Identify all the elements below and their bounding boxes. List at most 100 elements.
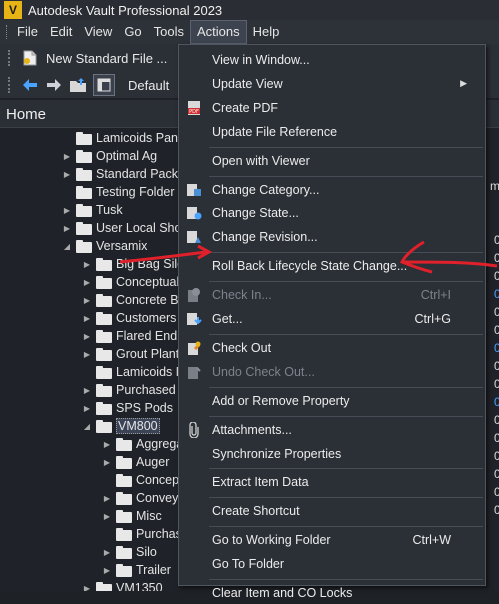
menu-item-add-or-remove-property[interactable]: Add or Remove Property	[179, 390, 485, 412]
tree-item[interactable]: Purchas	[102, 525, 180, 543]
tree-item[interactable]: ▶ Optimal Ag	[62, 147, 157, 165]
file-list-cell[interactable]: 06	[494, 305, 499, 319]
expand-icon[interactable]: ▶	[102, 565, 112, 575]
toolbar-grip[interactable]	[8, 50, 12, 66]
expand-icon[interactable]: ▶	[82, 385, 92, 395]
expand-icon[interactable]: ▶	[82, 277, 92, 287]
tree-item[interactable]: ▶ Aggrega	[102, 435, 180, 453]
file-list-cell[interactable]: 00	[494, 341, 499, 355]
menu-item-extract-item-data[interactable]: Extract Item Data	[179, 471, 485, 493]
expand-icon[interactable]: ▶	[102, 457, 112, 467]
tree-item[interactable]: ▶ Concrete Bl	[82, 291, 180, 309]
file-list-cell[interactable]: 06	[494, 449, 499, 463]
expand-icon[interactable]: ▶	[62, 223, 72, 233]
menubar-grip[interactable]	[6, 25, 9, 39]
file-list-cell[interactable]: 06	[494, 251, 499, 265]
expand-icon[interactable]: ▶	[102, 511, 112, 521]
expand-icon[interactable]: ▶	[102, 439, 112, 449]
file-list-cell[interactable]: 00	[494, 287, 499, 301]
menu-item-view-in-window[interactable]: View in Window...	[179, 49, 485, 71]
tree-item[interactable]: Concep	[102, 471, 179, 489]
file-list-cell[interactable]: 00	[494, 395, 499, 409]
tree-item[interactable]: ◢ Versamix	[62, 237, 147, 255]
new-standard-file-button[interactable]: New Standard File ...	[46, 51, 167, 66]
expand-icon[interactable]: ▶	[82, 583, 92, 592]
menu-item-update-view[interactable]: Update View ▶	[179, 73, 485, 95]
expand-icon[interactable]: ▶	[82, 403, 92, 413]
expand-icon[interactable]: ▶	[102, 547, 112, 557]
menu-item-check-out[interactable]: Check Out	[179, 337, 485, 359]
new-file-icon[interactable]	[21, 49, 39, 67]
menu-item-synchronize-properties[interactable]: Synchronize Properties	[179, 443, 485, 465]
menu-item-go-to-folder[interactable]: Go To Folder	[179, 553, 485, 575]
menu-item-attachments[interactable]: Attachments...	[179, 419, 485, 441]
folder-tree[interactable]: Lamicoids Panel ▶ Optimal Ag ▶ Standard Pack…	[0, 129, 180, 591]
tree-item[interactable]: Testing Folder	[62, 183, 175, 201]
menu-item-go-to-working-folder[interactable]: Go to Working Folder Ctrl+W	[179, 529, 485, 551]
tree-item[interactable]: ▶ Tusk	[62, 201, 123, 219]
home-label[interactable]: Home	[6, 106, 46, 123]
collapse-icon[interactable]: ◢	[62, 241, 72, 251]
menu-item-change-category[interactable]: Change Category...	[179, 179, 485, 201]
tree-item[interactable]: Lamicoids F	[82, 363, 180, 381]
expand-icon[interactable]: ▶	[82, 349, 92, 359]
folder-up-icon[interactable]	[69, 76, 87, 94]
tree-item[interactable]: ▶ Conceptual	[82, 273, 179, 291]
toolbar-grip-2[interactable]	[8, 77, 12, 93]
expand-icon[interactable]: ▶	[62, 205, 72, 215]
default-layout-dropdown[interactable]: Default	[128, 78, 169, 93]
file-list-cell[interactable]: 06	[494, 485, 499, 499]
tree-item[interactable]: ▶ Trailer	[102, 561, 171, 579]
menu-actions[interactable]: Actions	[190, 20, 247, 44]
tree-item[interactable]: ▶ Customers	[82, 309, 177, 327]
tree-item[interactable]: ▶ Flared End I	[82, 327, 180, 345]
menu-go[interactable]: Go	[118, 20, 147, 44]
menu-item-get[interactable]: Get... Ctrl+G	[179, 308, 485, 330]
file-list-cell[interactable]: 06	[494, 233, 499, 247]
tree-item[interactable]: ▶ Misc	[102, 507, 162, 525]
tree-item[interactable]: ▶ SPS Pods	[82, 399, 173, 417]
tree-item[interactable]: ▶ User Local Shor	[62, 219, 180, 237]
menu-item-update-file-reference[interactable]: Update File Reference	[179, 121, 485, 143]
collapse-icon[interactable]: ◢	[82, 421, 92, 431]
tree-item[interactable]: ▶ Standard Packag	[62, 165, 180, 183]
file-list-cell[interactable]: 06	[494, 431, 499, 445]
menu-edit[interactable]: Edit	[44, 20, 78, 44]
forward-arrow-icon[interactable]	[45, 76, 63, 94]
menu-view[interactable]: View	[78, 20, 118, 44]
expand-icon[interactable]: ▶	[82, 331, 92, 341]
tree-item[interactable]: ▶ Auger	[102, 453, 169, 471]
menu-item-open-with-viewer[interactable]: Open with Viewer	[179, 150, 485, 172]
expand-icon[interactable]: ▶	[82, 313, 92, 323]
expand-icon[interactable]: ▶	[102, 493, 112, 503]
menu-item-clear-item-and-co-locks[interactable]: Clear Item and CO Locks	[179, 582, 485, 604]
menu-item-change-state[interactable]: Change State...	[179, 202, 485, 224]
tree-item[interactable]: ▶ VM1350	[82, 579, 163, 591]
back-arrow-icon[interactable]	[21, 76, 39, 94]
tree-item[interactable]: ▶ Big Bag Silo	[82, 255, 180, 273]
expand-icon[interactable]: ▶	[62, 151, 72, 161]
tree-item[interactable]: ▶ Silo	[102, 543, 157, 561]
menu-item-roll-back-lifecycle-state-change[interactable]: Roll Back Lifecycle State Change...	[179, 255, 485, 277]
file-list-cell[interactable]: 06	[494, 413, 499, 427]
tree-item[interactable]: ▶ Purchased I	[82, 381, 180, 399]
tree-item[interactable]: ▶ Grout Plant	[82, 345, 179, 363]
file-list-cell[interactable]: 06	[494, 503, 499, 517]
file-list-cell[interactable]: 06	[494, 323, 499, 337]
tree-item[interactable]: ◢ VM800	[82, 417, 160, 435]
file-list-cell[interactable]: 06	[494, 359, 499, 373]
file-list-cell[interactable]: 06	[494, 467, 499, 481]
menu-item-change-revision[interactable]: Change Revision...	[179, 226, 485, 248]
menu-file[interactable]: File	[11, 20, 44, 44]
file-list-cell[interactable]: 06	[494, 269, 499, 283]
file-list-cell[interactable]: 06	[494, 377, 499, 391]
expand-icon[interactable]: ▶	[82, 295, 92, 305]
expand-icon[interactable]: ▶	[62, 169, 72, 179]
column-header-fragment[interactable]: m	[490, 179, 499, 193]
expand-icon[interactable]: ▶	[82, 259, 92, 269]
menu-item-create-shortcut[interactable]: Create Shortcut	[179, 500, 485, 522]
menu-tools[interactable]: Tools	[148, 20, 190, 44]
menu-help[interactable]: Help	[247, 20, 286, 44]
tree-item[interactable]: ▶ Convey	[102, 489, 178, 507]
menu-item-create-pdf[interactable]: PDF Create PDF	[179, 97, 485, 119]
